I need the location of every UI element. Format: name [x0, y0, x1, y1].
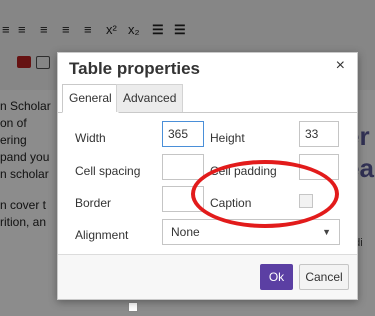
cell-spacing-input[interactable]: [162, 154, 204, 180]
editor-handle: [128, 302, 138, 312]
close-icon[interactable]: ×: [336, 57, 345, 75]
width-input[interactable]: 365: [162, 121, 204, 147]
cancel-button[interactable]: Cancel: [299, 264, 349, 290]
ok-button[interactable]: Ok: [260, 264, 293, 290]
cell-spacing-label: Cell spacing: [75, 164, 141, 178]
alignment-select-value: None: [171, 225, 200, 239]
alignment-label: Alignment: [75, 228, 129, 242]
caption-highlight-circle: [191, 160, 339, 228]
width-label: Width: [75, 131, 106, 145]
dialog-title: Table properties: [69, 59, 200, 78]
tab-advanced[interactable]: Advanced: [116, 84, 184, 112]
height-input[interactable]: 33: [299, 121, 339, 147]
tab-general[interactable]: General: [62, 84, 119, 113]
border-label: Border: [75, 196, 112, 210]
dialog-footer: Ok Cancel: [58, 254, 357, 299]
chevron-down-icon: ▼: [322, 227, 331, 237]
tab-bar: General Advanced: [58, 84, 357, 113]
height-label: Height: [210, 131, 245, 145]
